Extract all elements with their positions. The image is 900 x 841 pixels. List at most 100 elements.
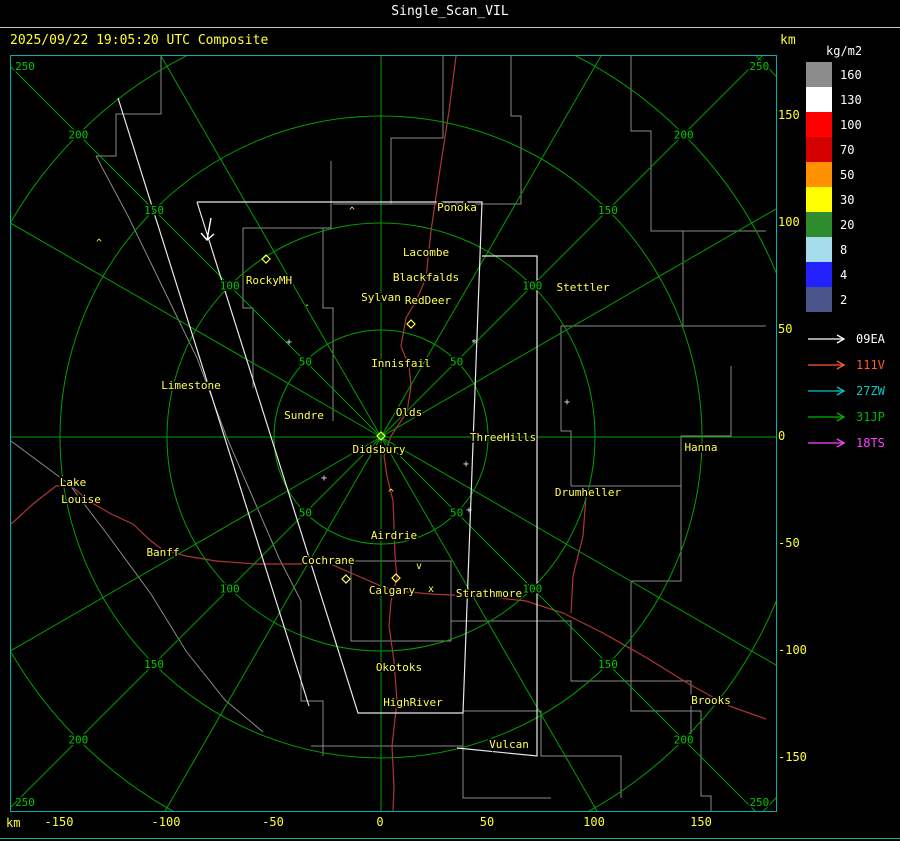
- track-arrow-icon: [808, 386, 846, 396]
- right-axis-label: 0: [778, 429, 786, 443]
- scan-timestamp: 2025/09/22 19:05:20 UTC Composite: [10, 33, 269, 48]
- svg-text:50: 50: [450, 507, 463, 520]
- svg-text:150: 150: [598, 658, 618, 671]
- track-arrow-icon: [808, 412, 846, 422]
- storm-track-legend: 09EA 111V 27ZW 31JP 18TS: [806, 326, 898, 456]
- vil-scale-row: 2: [806, 287, 898, 312]
- svg-text:50: 50: [299, 507, 312, 520]
- svg-text:Olds: Olds: [396, 406, 423, 419]
- vil-scale-value: 4: [840, 267, 848, 282]
- svg-text:+: +: [564, 397, 570, 408]
- radar-coverage-sectors: [117, 97, 538, 757]
- storm-track-row: 09EA: [806, 326, 898, 352]
- vil-scale-row: 50: [806, 162, 898, 187]
- svg-text:Stettler: Stettler: [557, 281, 610, 294]
- bottom-axis-label: -100: [151, 815, 181, 829]
- vil-scale-rows: 160 130 100 70 50 30 20 8 4 2: [806, 62, 898, 312]
- svg-text:150: 150: [598, 204, 618, 217]
- svg-text:200: 200: [68, 734, 88, 747]
- svg-text:RockyMH: RockyMH: [246, 274, 292, 287]
- radar-map[interactable]: 50 100 150 200 250 50 100 150 200 250 50 100 150 200 2…: [10, 55, 777, 812]
- svg-text:250: 250: [15, 60, 35, 73]
- vil-scale-unit: kg/m2: [826, 44, 863, 58]
- track-id-label: 27ZW: [856, 384, 885, 398]
- svg-text:+: +: [466, 505, 472, 516]
- svg-text:RedDeer: RedDeer: [405, 294, 452, 307]
- right-axis-label: 150: [778, 108, 800, 122]
- bottom-axis-unit: km: [6, 816, 21, 830]
- svg-text:+: +: [463, 459, 469, 470]
- svg-text:200: 200: [68, 128, 88, 141]
- svg-text:100: 100: [522, 280, 542, 293]
- track-arrow-icon: [808, 360, 846, 370]
- svg-text:+: +: [286, 337, 292, 348]
- vil-scale-value: 70: [840, 142, 855, 157]
- vil-scale-value: 8: [840, 242, 848, 257]
- vil-color-swatch: [806, 287, 832, 312]
- svg-text:Calgary: Calgary: [369, 584, 416, 597]
- svg-text:^: ^: [388, 488, 394, 499]
- bottom-axis-label: 50: [479, 815, 495, 829]
- svg-text:100: 100: [220, 280, 240, 293]
- bottom-axis: -150 -100 -50 0 50 100 150: [0, 815, 900, 831]
- vil-scale-value: 20: [840, 217, 855, 232]
- svg-text:50: 50: [299, 355, 312, 368]
- vil-color-swatch: [806, 237, 832, 262]
- storm-track-row: 18TS: [806, 430, 898, 456]
- track-id-label: 09EA: [856, 332, 885, 346]
- track-id-label: 18TS: [856, 436, 885, 450]
- svg-text:*: *: [471, 338, 477, 349]
- vil-color-swatch: [806, 187, 832, 212]
- svg-text:Didsbury: Didsbury: [353, 443, 406, 456]
- svg-text:250: 250: [749, 796, 769, 809]
- right-axis-label: 100: [778, 215, 800, 229]
- svg-text:200: 200: [674, 734, 694, 747]
- vil-scale-value: 50: [840, 167, 855, 182]
- svg-text:Blackfalds: Blackfalds: [393, 271, 459, 284]
- svg-text:Vulcan: Vulcan: [489, 738, 529, 751]
- svg-text:HighRiver: HighRiver: [383, 696, 443, 709]
- storm-track-row: 27ZW: [806, 378, 898, 404]
- vil-scale-row: 160: [806, 62, 898, 87]
- svg-text:x: x: [428, 584, 434, 595]
- vil-scale-row: 20: [806, 212, 898, 237]
- svg-text:250: 250: [749, 60, 769, 73]
- svg-text:Okotoks: Okotoks: [376, 661, 422, 674]
- svg-text:150: 150: [144, 204, 164, 217]
- svg-text:Louise: Louise: [61, 493, 101, 506]
- storm-track-row: 31JP: [806, 404, 898, 430]
- vil-scale-value: 2: [840, 292, 848, 307]
- svg-text:100: 100: [220, 582, 240, 595]
- vil-scale-row: 30: [806, 187, 898, 212]
- window-title: Single_Scan_VIL: [0, 0, 900, 28]
- right-axis-label: 50: [778, 322, 793, 336]
- bottom-axis-label: 0: [376, 815, 384, 829]
- svg-text:100: 100: [522, 582, 542, 595]
- vil-scale-value: 100: [840, 117, 862, 132]
- svg-text:Drumheller: Drumheller: [555, 486, 622, 499]
- vil-scale-row: 130: [806, 87, 898, 112]
- bottom-axis-label: 100: [583, 815, 605, 829]
- svg-text:Banff: Banff: [146, 546, 179, 559]
- bottom-border-line: [0, 838, 900, 839]
- svg-text:Limestone: Limestone: [161, 379, 221, 392]
- legend-sidebar: kg/m2 160 130 100 70 50 30 20 8 4 2 09EA 111V 27ZW 3…: [806, 44, 898, 456]
- storm-track-row: 111V: [806, 352, 898, 378]
- svg-text:Brooks: Brooks: [691, 694, 731, 707]
- svg-text:250: 250: [15, 796, 35, 809]
- svg-text:v: v: [416, 561, 422, 572]
- svg-text:Innisfail: Innisfail: [371, 357, 431, 370]
- bottom-axis-label: -150: [44, 815, 74, 829]
- vil-scale-row: 8: [806, 237, 898, 262]
- vil-color-swatch: [806, 137, 832, 162]
- track-arrow-icon: [808, 334, 846, 344]
- vil-scale-row: 4: [806, 262, 898, 287]
- vil-color-swatch: [806, 212, 832, 237]
- svg-text:50: 50: [450, 355, 463, 368]
- right-axis-label: -100: [778, 643, 807, 657]
- svg-text:^: ^: [349, 206, 355, 217]
- vil-color-swatch: [806, 87, 832, 112]
- svg-text:Lacombe: Lacombe: [403, 246, 449, 259]
- bottom-axis-label: 150: [690, 815, 712, 829]
- vil-color-swatch: [806, 112, 832, 137]
